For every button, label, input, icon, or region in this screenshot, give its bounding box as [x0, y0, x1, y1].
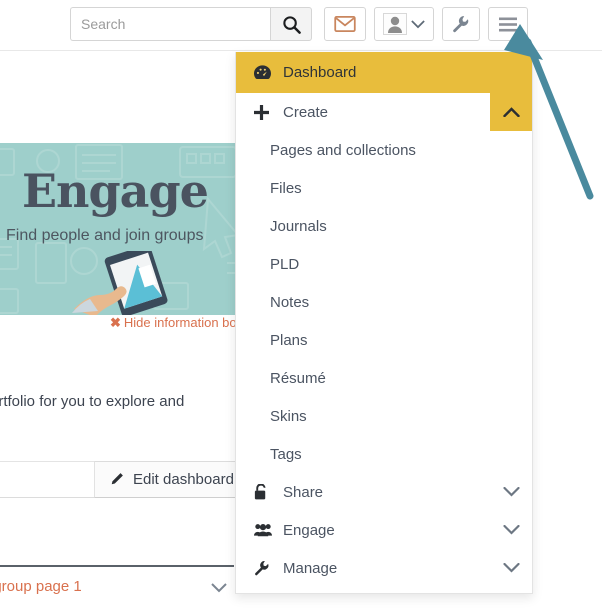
- panel-divider: [0, 461, 95, 498]
- menu-item-share[interactable]: Share: [236, 473, 532, 511]
- menu-item-plans[interactable]: Plans: [236, 321, 532, 359]
- menu-toggle-engage[interactable]: [490, 511, 532, 549]
- menu-item-files[interactable]: Files: [236, 169, 532, 207]
- menu-item-label: Journals: [270, 217, 327, 235]
- edit-dashboard-button[interactable]: Edit dashboard: [94, 461, 249, 498]
- chevron-up-icon: [502, 107, 520, 117]
- chevron-down-icon[interactable]: [211, 580, 227, 596]
- search-icon: [282, 15, 301, 34]
- menu-item-pld[interactable]: PLD: [236, 245, 532, 283]
- menu-item-manage[interactable]: Manage: [236, 549, 532, 587]
- chevron-down-icon: [502, 487, 520, 497]
- banner-subtitle: Find people and join groups: [6, 227, 204, 244]
- menu-item-label: Engage: [283, 521, 335, 539]
- menu-item-label: Share: [283, 483, 324, 501]
- footer-divider: [0, 565, 234, 567]
- main-menu-button[interactable]: [488, 7, 528, 41]
- banner-title: Engage: [22, 164, 209, 218]
- menu-item-tags[interactable]: Tags: [236, 435, 532, 473]
- menu-item-journals[interactable]: Journals: [236, 207, 532, 245]
- menu-toggle-create[interactable]: [490, 93, 532, 131]
- close-icon: ✖: [110, 315, 121, 330]
- avatar: [383, 13, 407, 35]
- header-toolbar: [70, 7, 528, 41]
- menu-item-label: Dashboard: [283, 64, 357, 81]
- menu-toggle-share[interactable]: [490, 473, 532, 511]
- group-icon: [254, 523, 276, 537]
- menu-item-label: Résumé: [270, 369, 326, 387]
- hide-information-box-label: Hide information bo: [123, 315, 237, 330]
- user-icon: [388, 16, 402, 33]
- hide-information-box-link[interactable]: ✖ Hide information bo: [110, 315, 237, 331]
- admin-button[interactable]: [442, 7, 480, 41]
- engage-banner: Engage Find people and join groups: [0, 143, 272, 315]
- user-menu-button[interactable]: [374, 7, 434, 41]
- menu-item-label: Tags: [270, 445, 302, 463]
- menu-item-label: Pages and collections: [270, 141, 416, 159]
- menu-item-dashboard[interactable]: Dashboard: [236, 52, 532, 93]
- envelope-icon: [334, 16, 356, 32]
- wrench-icon: [453, 16, 469, 33]
- menu-item-skins[interactable]: Skins: [236, 397, 532, 435]
- menu-item-label: Create: [283, 103, 329, 121]
- inbox-button[interactable]: [324, 7, 366, 41]
- search-button[interactable]: [270, 7, 312, 41]
- search-input[interactable]: [70, 7, 270, 41]
- hand-tablet-illustration-icon: [72, 251, 168, 315]
- main-navigation-dropdown: Dashboard Create Pages and collections File…: [235, 52, 533, 594]
- menu-item-label: Manage: [283, 559, 338, 577]
- menu-item-pages-and-collections[interactable]: Pages and collections: [236, 131, 532, 169]
- chevron-down-icon: [411, 19, 425, 28]
- menu-item-label: Skins: [270, 407, 307, 425]
- wrench-icon: [254, 560, 276, 576]
- chevron-down-icon: [502, 525, 520, 535]
- menu-item-label: Plans: [270, 331, 308, 349]
- chevron-down-icon: [502, 563, 520, 573]
- menu-toggle-manage[interactable]: [490, 549, 532, 587]
- menu-item-create[interactable]: Create: [236, 93, 532, 131]
- dashboard-intro-text: MyPortfolio for you to explore and: [0, 393, 185, 410]
- search-group: [70, 7, 312, 41]
- dashboard-icon: [254, 65, 276, 80]
- edit-dashboard-label: Edit dashboard: [133, 471, 234, 488]
- hamburger-icon: [499, 17, 517, 31]
- group-page-link[interactable]: ice group page 1: [0, 578, 82, 595]
- pencil-icon: [109, 472, 124, 487]
- dropdown-bottom-padding: [236, 587, 532, 593]
- lock-icon: [254, 484, 276, 500]
- plus-icon: [254, 104, 276, 120]
- menu-item-label: Files: [270, 179, 302, 197]
- menu-item-label: Notes: [270, 293, 310, 311]
- menu-item-notes[interactable]: Notes: [236, 283, 532, 321]
- menu-item-engage[interactable]: Engage: [236, 511, 532, 549]
- menu-item-label: PLD: [270, 255, 300, 273]
- menu-item-r-sum[interactable]: Résumé: [236, 359, 532, 397]
